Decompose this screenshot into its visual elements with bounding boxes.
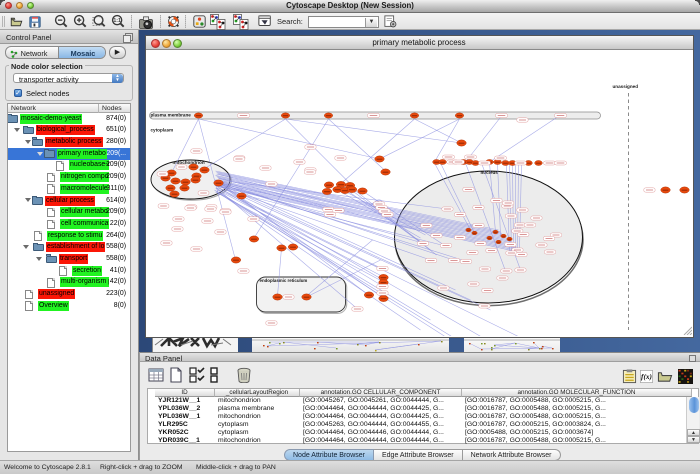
svg-text:plasma membrane: plasma membrane — [150, 113, 191, 118]
svg-text:1:1: 1:1 — [113, 18, 121, 24]
svg-text:endoplasmic reticulum: endoplasmic reticulum — [259, 278, 307, 283]
svg-text:f(x): f(x) — [641, 372, 652, 381]
svg-text:cytoplasm: cytoplasm — [150, 128, 173, 133]
svg-text:nucleus: nucleus — [480, 170, 498, 175]
svg-text:unassigned: unassigned — [612, 84, 638, 89]
